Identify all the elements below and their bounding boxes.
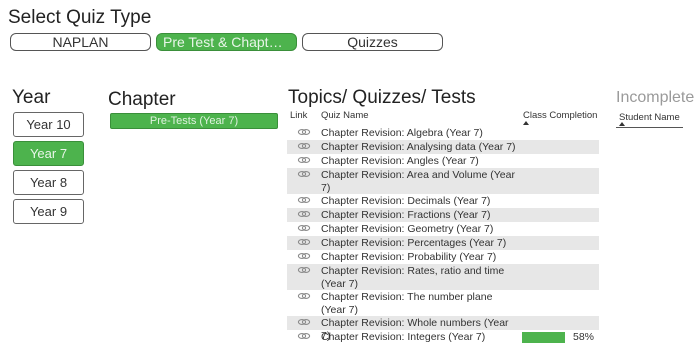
year-9-button[interactable]: Year 9: [13, 199, 84, 224]
incomplete-heading: Incomplete: [616, 89, 695, 106]
quiz-name[interactable]: Chapter Revision: Decimals (Year 7): [321, 195, 517, 208]
link-icon[interactable]: [297, 237, 311, 247]
table-row: Chapter Revision: Percentages (Year 7): [287, 236, 599, 250]
table-row: Chapter Revision: Whole numbers (Year 7): [287, 316, 599, 342]
sort-arrow-icon[interactable]: [619, 122, 625, 126]
link-icon[interactable]: [297, 155, 311, 165]
quiz-name[interactable]: Chapter Revision: Angles (Year 7): [321, 155, 517, 168]
topics-heading: Topics/ Quizzes/ Tests: [288, 87, 476, 108]
table-row: Chapter Revision: Probability (Year 7): [287, 250, 599, 264]
table-row: Chapter Revision: Rates, ratio and time …: [287, 264, 599, 290]
column-header-student-name[interactable]: Student Name: [619, 112, 680, 123]
table-row: Chapter Revision: Geometry (Year 7): [287, 222, 599, 236]
table-row: Chapter Revision: Decimals (Year 7): [287, 194, 599, 208]
table-row: Chapter Revision: The number plane (Year…: [287, 290, 599, 316]
quiz-type-pretest-chapter-button[interactable]: Pre Test & Chapter ...: [156, 33, 297, 51]
chapter-pretests-button[interactable]: Pre-Tests (Year 7): [110, 113, 278, 129]
link-icon[interactable]: [297, 223, 311, 233]
quiz-name[interactable]: Chapter Revision: Rates, ratio and time …: [321, 265, 517, 290]
quiz-name[interactable]: Chapter Revision: Probability (Year 7): [321, 251, 517, 264]
quiz-name[interactable]: Chapter Revision: Area and Volume (Year …: [321, 169, 517, 194]
link-icon[interactable]: [297, 169, 311, 179]
sort-arrow-icon[interactable]: [523, 121, 529, 125]
chapter-heading: Chapter: [108, 89, 176, 110]
column-header-class-completion[interactable]: Class Completion: [523, 110, 597, 121]
column-header-quiz-name[interactable]: Quiz Name: [321, 110, 369, 121]
column-divider: [616, 127, 683, 128]
quiz-name[interactable]: Chapter Revision: Integers (Year 7): [321, 331, 517, 344]
quiz-name[interactable]: Chapter Revision: Percentages (Year 7): [321, 237, 517, 250]
year-heading: Year: [12, 87, 51, 108]
completion-bar: [522, 332, 565, 343]
table-row: Chapter Revision: Angles (Year 7): [287, 154, 599, 168]
quiz-name[interactable]: Chapter Revision: Geometry (Year 7): [321, 223, 517, 236]
completion-percent: 58%: [573, 331, 595, 343]
link-icon[interactable]: [297, 251, 311, 261]
quiz-name[interactable]: Chapter Revision: Fractions (Year 7): [321, 209, 517, 222]
table-row: Chapter Revision: Integers (Year 7) 58%: [287, 330, 599, 344]
link-icon[interactable]: [297, 331, 311, 341]
link-icon[interactable]: [297, 291, 311, 301]
link-icon[interactable]: [297, 141, 311, 151]
table-row: Chapter Revision: Algebra (Year 7): [287, 126, 599, 140]
year-8-button[interactable]: Year 8: [13, 170, 84, 195]
quiz-type-quizzes-button[interactable]: Quizzes: [302, 33, 443, 51]
quiz-name[interactable]: Chapter Revision: Analysing data (Year 7…: [321, 141, 517, 154]
year-7-button[interactable]: Year 7: [13, 141, 84, 166]
table-row: Chapter Revision: Area and Volume (Year …: [287, 168, 599, 194]
quiz-type-naplan-button[interactable]: NAPLAN: [10, 33, 151, 51]
link-icon[interactable]: [297, 209, 311, 219]
quiz-name[interactable]: Chapter Revision: Algebra (Year 7): [321, 127, 517, 140]
year-10-button[interactable]: Year 10: [13, 112, 84, 137]
column-header-link: Link: [290, 110, 308, 121]
table-row: Chapter Revision: Analysing data (Year 7…: [287, 140, 599, 154]
link-icon[interactable]: [297, 265, 311, 275]
link-icon[interactable]: [297, 317, 311, 327]
link-icon[interactable]: [297, 127, 311, 137]
link-icon[interactable]: [297, 195, 311, 205]
page-title: Select Quiz Type: [8, 7, 152, 28]
quiz-name[interactable]: Chapter Revision: The number plane (Year…: [321, 291, 517, 316]
table-row: Chapter Revision: Fractions (Year 7): [287, 208, 599, 222]
